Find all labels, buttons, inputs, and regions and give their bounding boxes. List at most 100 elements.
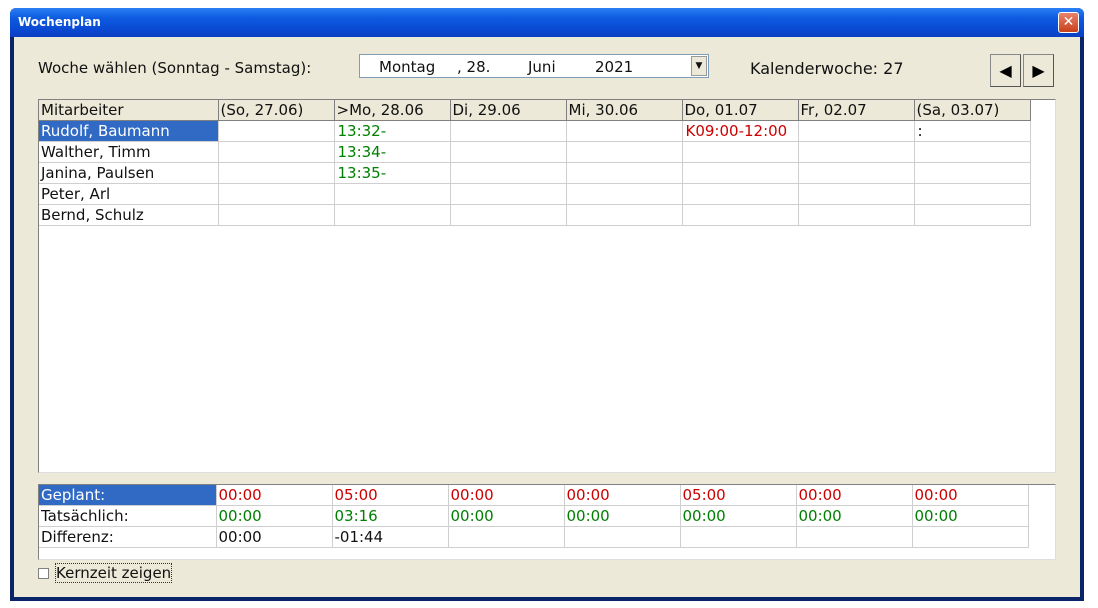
date-weekday[interactable]: Montag (379, 58, 435, 76)
summary-cell[interactable]: 00:00 (448, 505, 565, 527)
schedule-cell[interactable] (914, 183, 1031, 205)
summary-cell[interactable]: 00:00 (448, 485, 565, 506)
summary-row-difference[interactable]: Differenz: 00:00 -01:44 (39, 526, 1029, 548)
title-bar[interactable]: Wochenplan ✕ (10, 8, 1084, 37)
col-header-day[interactable]: Do, 01.07 (682, 100, 799, 121)
table-row[interactable]: Bernd, Schulz (39, 204, 1031, 226)
schedule-cell[interactable]: K09:00-12:00 (682, 120, 799, 142)
summary-cell[interactable]: 05:00 (680, 485, 797, 506)
summary-cell[interactable] (796, 526, 913, 548)
schedule-cell[interactable] (334, 183, 451, 205)
close-button[interactable]: ✕ (1058, 12, 1079, 33)
table-row[interactable]: Peter, Arl (39, 183, 1031, 205)
schedule-cell[interactable] (450, 141, 567, 163)
summary-cell[interactable]: 00:00 (564, 505, 681, 527)
schedule-cell[interactable] (566, 204, 683, 226)
date-year[interactable]: 2021 (595, 58, 633, 76)
summary-label[interactable]: Tatsächlich: (39, 505, 217, 527)
week-select-label: Woche wählen (Sonntag - Samstag): (38, 59, 312, 77)
schedule-cell[interactable] (450, 183, 567, 205)
schedule-cell[interactable] (450, 162, 567, 184)
week-date-picker[interactable]: Montag , 28. Juni 2021 ▼ (359, 54, 709, 78)
client-area: Woche wählen (Sonntag - Samstag): Montag… (14, 37, 1080, 597)
schedule-cell[interactable] (334, 204, 451, 226)
col-header-day[interactable]: Mi, 30.06 (566, 100, 683, 121)
employee-name[interactable]: Bernd, Schulz (39, 204, 219, 226)
col-header-day[interactable]: (Sa, 03.07) (914, 100, 1031, 121)
schedule-cell[interactable] (682, 141, 799, 163)
summary-label[interactable]: Differenz: (39, 526, 217, 548)
table-row[interactable]: Janina, Paulsen 13:35- (39, 162, 1031, 184)
schedule-cell[interactable] (218, 120, 335, 142)
schedule-cell[interactable] (218, 162, 335, 184)
employee-name[interactable]: Walther, Timm (39, 141, 219, 163)
schedule-cell[interactable] (218, 141, 335, 163)
schedule-cell[interactable] (798, 204, 915, 226)
summary-cell[interactable] (680, 526, 797, 548)
kernzeit-checkbox[interactable] (38, 568, 49, 579)
col-header-day[interactable]: (So, 27.06) (218, 100, 335, 121)
schedule-cell[interactable]: : (914, 120, 1031, 142)
calendar-week-label: Kalenderwoche: 27 (750, 59, 904, 78)
summary-cell[interactable]: 00:00 (796, 505, 913, 527)
schedule-grid[interactable]: Mitarbeiter (So, 27.06) >Mo, 28.06 Di, 2… (38, 99, 1056, 473)
schedule-cell[interactable] (682, 162, 799, 184)
schedule-cell[interactable] (914, 141, 1031, 163)
schedule-cell[interactable] (682, 204, 799, 226)
table-row[interactable]: Rudolf, Baumann 13:32- K09:00-12:00 : (39, 120, 1031, 142)
col-header-day[interactable]: >Mo, 28.06 (334, 100, 451, 121)
col-header-employee[interactable]: Mitarbeiter (39, 100, 219, 121)
employee-name[interactable]: Janina, Paulsen (39, 162, 219, 184)
schedule-cell[interactable]: 13:35- (334, 162, 451, 184)
summary-cell[interactable] (912, 526, 1029, 548)
schedule-cell[interactable] (450, 120, 567, 142)
summary-cell[interactable]: 03:16 (332, 505, 449, 527)
date-day[interactable]: , 28. (457, 58, 490, 76)
schedule-cell[interactable] (566, 120, 683, 142)
schedule-table: Mitarbeiter (So, 27.06) >Mo, 28.06 Di, 2… (39, 100, 1031, 226)
schedule-cell[interactable] (450, 204, 567, 226)
schedule-cell[interactable] (914, 162, 1031, 184)
summary-label[interactable]: Geplant: (39, 485, 217, 506)
summary-cell[interactable]: 00:00 (216, 485, 333, 506)
previous-week-button[interactable]: ◀ (990, 54, 1021, 87)
schedule-cell[interactable] (218, 204, 335, 226)
schedule-cell[interactable] (566, 162, 683, 184)
col-header-day[interactable]: Di, 29.06 (450, 100, 567, 121)
summary-cell[interactable]: 00:00 (796, 485, 913, 506)
schedule-cell[interactable]: 13:34- (334, 141, 451, 163)
schedule-cell[interactable] (566, 141, 683, 163)
schedule-cell[interactable] (798, 120, 915, 142)
schedule-cell[interactable] (798, 141, 915, 163)
schedule-cell[interactable] (682, 183, 799, 205)
summary-row-actual[interactable]: Tatsächlich: 00:00 03:16 00:00 00:00 00:… (39, 505, 1029, 527)
summary-cell[interactable]: 00:00 (912, 485, 1029, 506)
date-month[interactable]: Juni (528, 58, 556, 76)
summary-cell[interactable] (448, 526, 565, 548)
summary-cell[interactable]: -01:44 (332, 526, 449, 548)
summary-row-planned[interactable]: Geplant: 00:00 05:00 00:00 00:00 05:00 0… (39, 485, 1029, 506)
kernzeit-checkbox-label[interactable]: Kernzeit zeigen (54, 563, 173, 583)
summary-cell[interactable] (564, 526, 681, 548)
schedule-cell[interactable] (798, 162, 915, 184)
schedule-cell[interactable] (566, 183, 683, 205)
schedule-cell[interactable] (914, 204, 1031, 226)
summary-cell[interactable]: 00:00 (564, 485, 681, 506)
employee-name[interactable]: Rudolf, Baumann (39, 120, 219, 142)
summary-cell[interactable]: 00:00 (216, 505, 333, 527)
summary-cell[interactable]: 00:00 (680, 505, 797, 527)
employee-name[interactable]: Peter, Arl (39, 183, 219, 205)
summary-grid[interactable]: Geplant: 00:00 05:00 00:00 00:00 05:00 0… (38, 484, 1056, 560)
next-week-button[interactable]: ▶ (1023, 54, 1054, 87)
table-row[interactable]: Walther, Timm 13:34- (39, 141, 1031, 163)
col-header-day[interactable]: Fr, 02.07 (798, 100, 915, 121)
wochenplan-window: Wochenplan ✕ Woche wählen (Sonntag - Sam… (10, 8, 1084, 601)
dropdown-arrow-icon[interactable]: ▼ (691, 56, 707, 76)
summary-table: Geplant: 00:00 05:00 00:00 00:00 05:00 0… (39, 485, 1029, 548)
schedule-cell[interactable]: 13:32- (334, 120, 451, 142)
summary-cell[interactable]: 05:00 (332, 485, 449, 506)
schedule-cell[interactable] (218, 183, 335, 205)
summary-cell[interactable]: 00:00 (912, 505, 1029, 527)
summary-cell[interactable]: 00:00 (216, 526, 333, 548)
schedule-cell[interactable] (798, 183, 915, 205)
